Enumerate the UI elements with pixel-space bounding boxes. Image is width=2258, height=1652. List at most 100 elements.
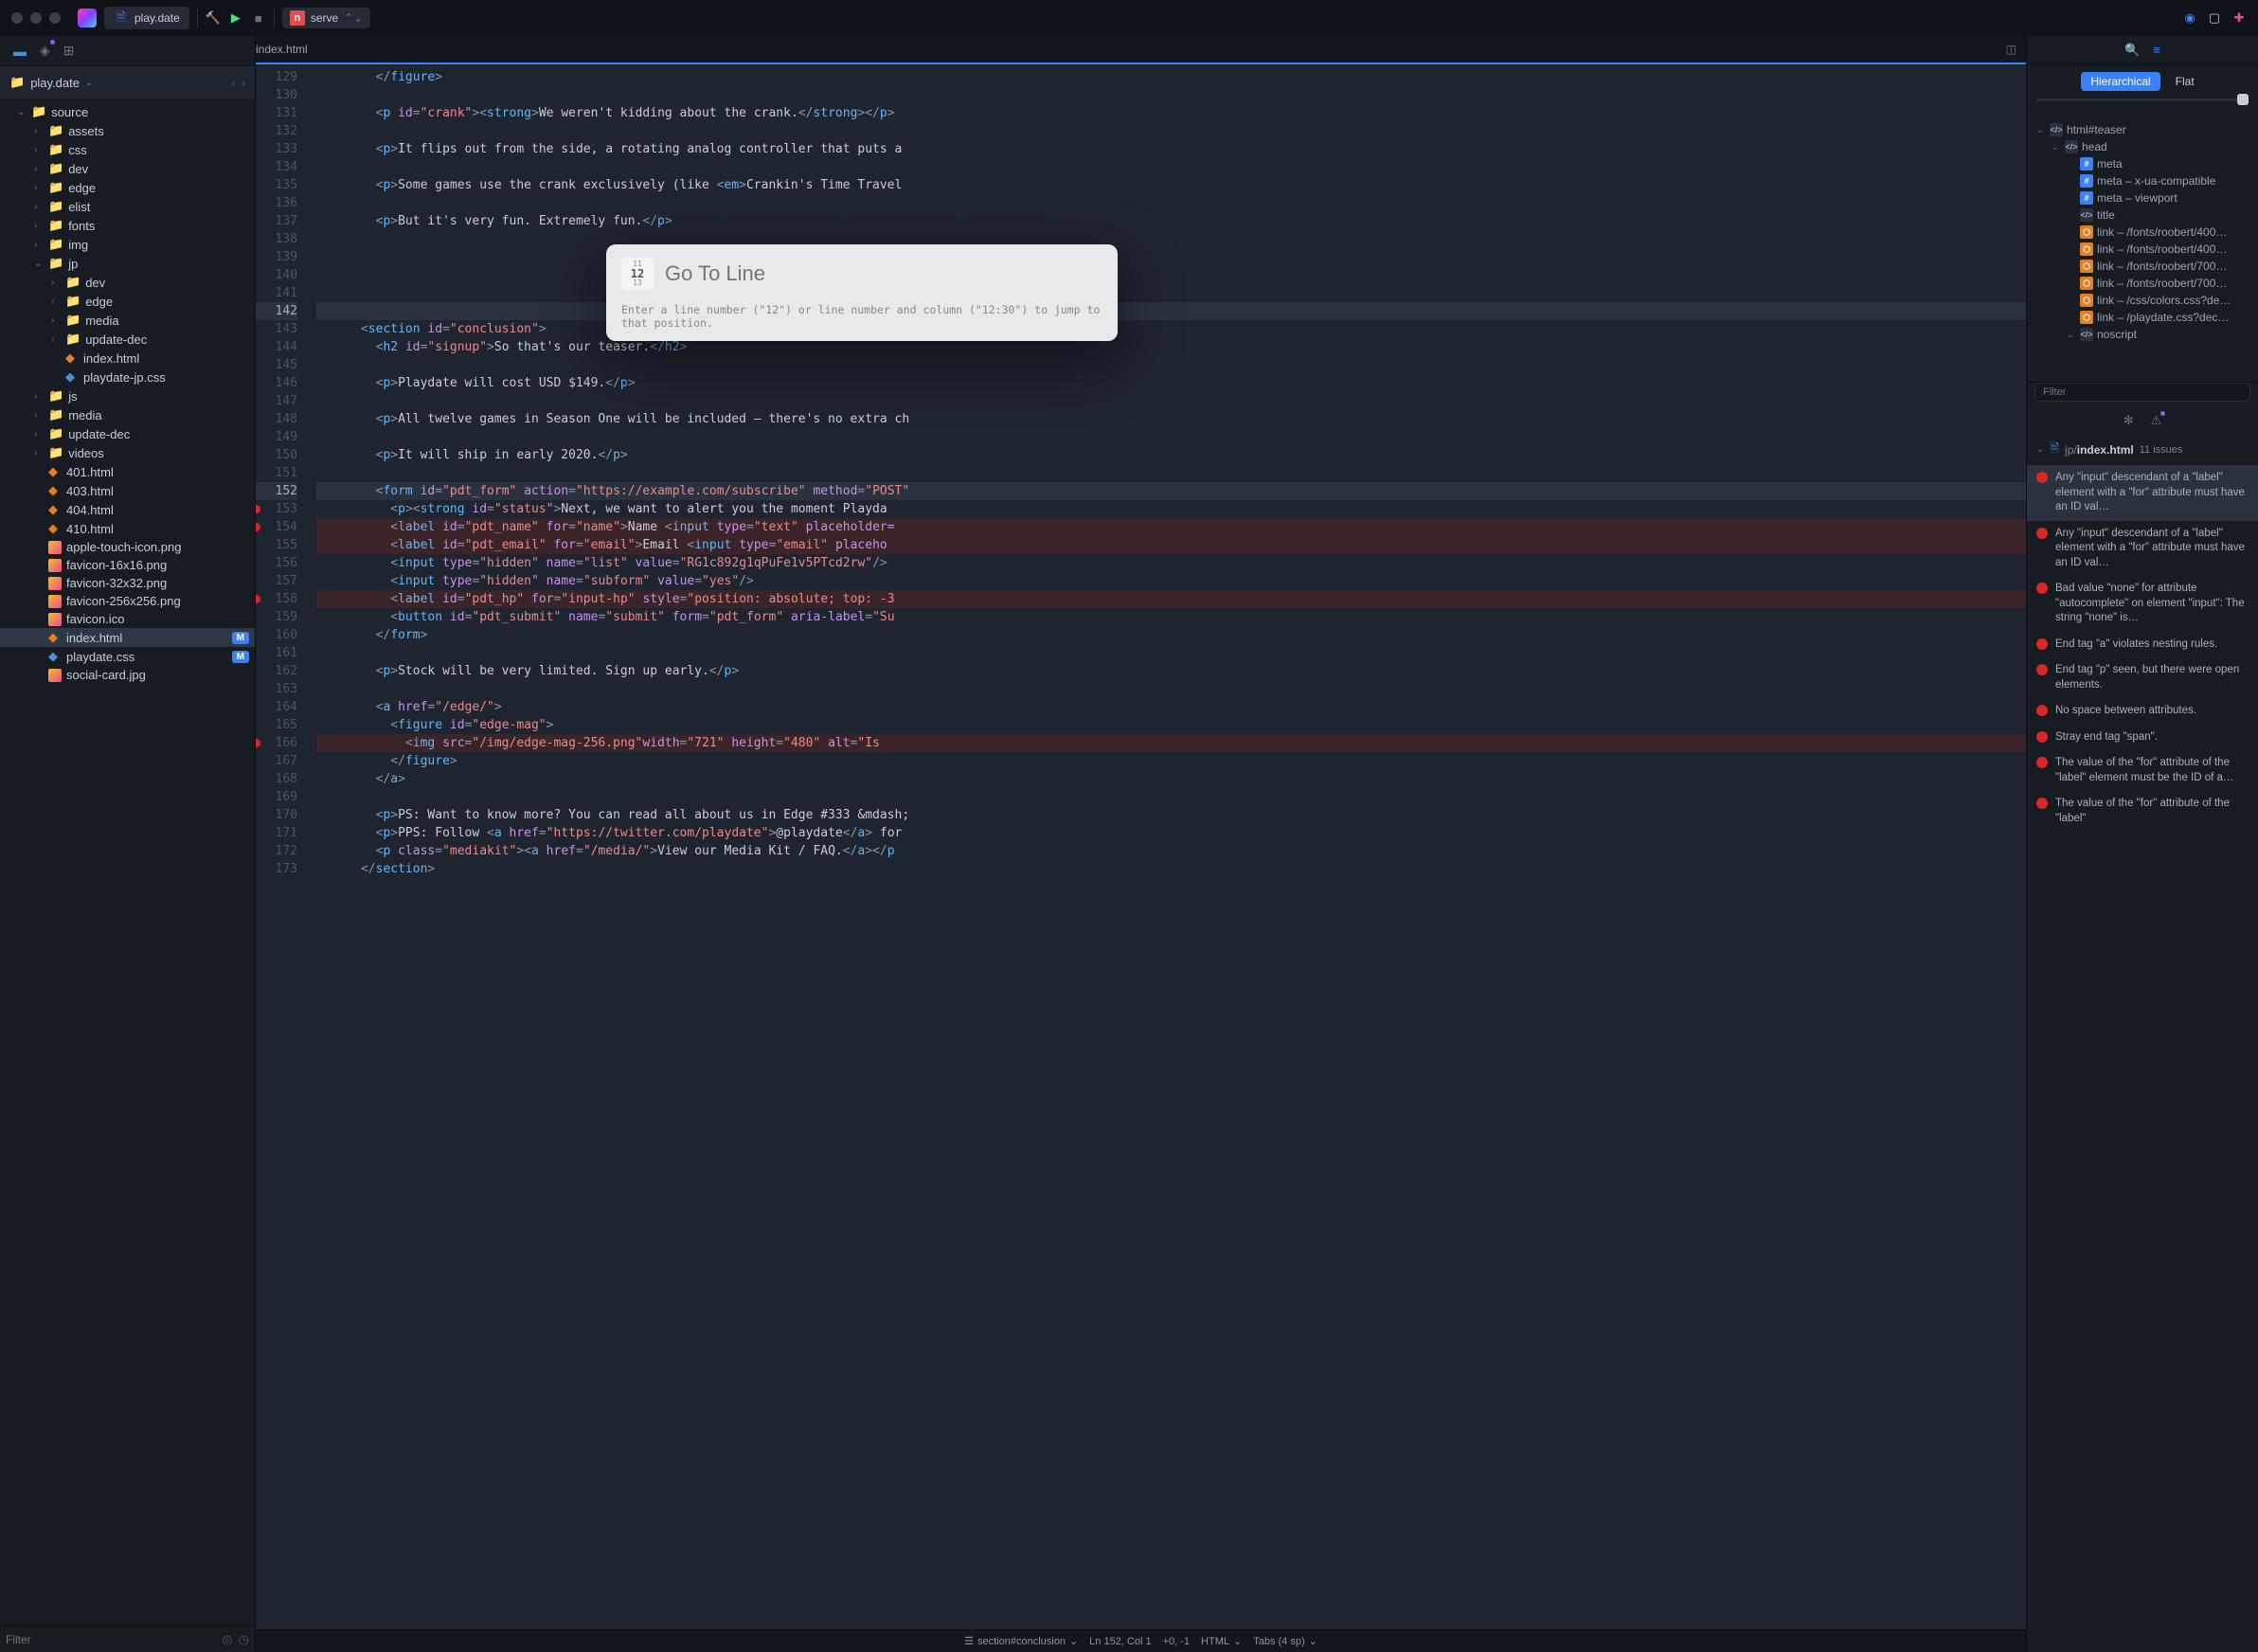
close-window[interactable] xyxy=(11,12,23,24)
issues-all-icon[interactable]: ✻ xyxy=(2124,413,2134,428)
chevron-down-icon: ⌄ xyxy=(2036,444,2044,455)
status-tabs[interactable]: Tabs (4 sp) ⌄ xyxy=(1253,1635,1317,1647)
status-symbol[interactable]: ☰ section#conclusion ⌄ xyxy=(964,1635,1078,1647)
search-icon[interactable]: 🔍 xyxy=(2124,43,2140,58)
tree-item[interactable]: ◆403.html xyxy=(0,481,255,500)
depth-slider[interactable] xyxy=(2027,99,2258,117)
issues-path[interactable]: ⌄ 🗎 jp/index.html 11 issues xyxy=(2027,434,2258,465)
tree-item[interactable]: ›📁edge xyxy=(0,292,255,311)
structure-icon[interactable]: ≡ xyxy=(2153,43,2160,57)
dom-item[interactable]: ⌄</>html#teaser xyxy=(2027,121,2258,138)
issue-item[interactable]: The value of the "for" attribute of the … xyxy=(2027,750,2258,791)
tree-item[interactable]: ›📁update-dec xyxy=(0,330,255,349)
dom-item[interactable]: ⬡link – /fonts/roobert/400… xyxy=(2027,224,2258,241)
filter-input[interactable] xyxy=(6,1633,222,1646)
image-icon xyxy=(48,669,62,682)
tree-item[interactable]: ◆playdate-jp.css xyxy=(0,368,255,386)
tree-item[interactable]: ›📁media xyxy=(0,405,255,424)
tree-item[interactable]: ›📁assets xyxy=(0,121,255,140)
tree-item[interactable]: favicon-32x32.png xyxy=(0,574,255,592)
tree-item[interactable]: ◆index.htmlM xyxy=(0,628,255,647)
hammer-icon[interactable]: 🔨 xyxy=(206,10,221,26)
tab-flat[interactable]: Flat xyxy=(2166,72,2204,91)
dom-item[interactable]: #meta – viewport xyxy=(2027,189,2258,206)
maximize-window[interactable] xyxy=(49,12,61,24)
tree-item[interactable]: ›📁css xyxy=(0,140,255,159)
folder-icon: 📁 xyxy=(31,104,46,119)
tree-item[interactable]: ›📁js xyxy=(0,386,255,405)
issue-item[interactable]: Stray end tag "span". xyxy=(2027,725,2258,751)
symbols-icon[interactable]: ◈ xyxy=(40,43,50,59)
dom-item[interactable]: ⌄</>noscript xyxy=(2027,326,2258,343)
dom-filter-input[interactable] xyxy=(2034,383,2250,402)
tree-item[interactable]: ⌄📁jp xyxy=(0,254,255,273)
image-icon xyxy=(48,577,62,590)
dom-item[interactable]: ⬡link – /fonts/roobert/700… xyxy=(2027,258,2258,275)
modified-badge: M xyxy=(232,632,249,644)
tree-item[interactable]: ›📁videos xyxy=(0,443,255,462)
status-diag[interactable]: +0, -1 xyxy=(1163,1636,1190,1647)
project-tab[interactable]: 🗎 play.date xyxy=(104,7,189,29)
tree-item[interactable]: ›📁dev xyxy=(0,159,255,178)
tree-item[interactable]: ›📁media xyxy=(0,311,255,330)
tree-item[interactable]: ◆410.html xyxy=(0,519,255,538)
folder-icon: 📁 xyxy=(48,237,63,252)
dom-item[interactable]: ⬡link – /fonts/roobert/400… xyxy=(2027,241,2258,258)
tree-item[interactable]: favicon.ico xyxy=(0,610,255,628)
task-selector[interactable]: n serve ⌃⌄ xyxy=(282,8,370,28)
tree-item[interactable]: ›📁img xyxy=(0,235,255,254)
issue-item[interactable]: The value of the "for" attribute of the … xyxy=(2027,791,2258,832)
tab-hierarchical[interactable]: Hierarchical xyxy=(2081,72,2159,91)
dom-item[interactable]: ⬡link – /fonts/roobert/700… xyxy=(2027,275,2258,292)
minimize-window[interactable] xyxy=(30,12,42,24)
issue-item[interactable]: End tag "a" violates nesting rules. xyxy=(2027,632,2258,658)
tree-item[interactable]: apple-touch-icon.png xyxy=(0,538,255,556)
dom-item[interactable]: ⬡link – /css/colors.css?de… xyxy=(2027,292,2258,309)
forward-icon[interactable]: › xyxy=(242,76,245,90)
issues-warn-icon[interactable]: ⚠ xyxy=(2151,413,2162,428)
tree-item[interactable]: ◆playdate.cssM xyxy=(0,647,255,666)
tree-item[interactable]: ◆401.html xyxy=(0,462,255,481)
goto-line-input[interactable] xyxy=(665,261,1102,286)
dom-item[interactable]: ⬡link – /playdate.css?dec… xyxy=(2027,309,2258,326)
tree-item[interactable]: ›📁edge xyxy=(0,178,255,197)
tree-item[interactable]: ⌄📁source xyxy=(0,102,255,121)
editor-tab-filename[interactable]: index.html xyxy=(256,43,308,56)
grid-icon[interactable]: ⊞ xyxy=(63,43,75,59)
scope-icon[interactable]: ◎ xyxy=(222,1632,232,1647)
dom-item[interactable]: ⌄</>head xyxy=(2027,138,2258,155)
issue-item[interactable]: Any "input" descendant of a "label" elem… xyxy=(2027,465,2258,521)
tree-item[interactable]: ›📁dev xyxy=(0,273,255,292)
run-icon[interactable]: ▶ xyxy=(228,10,243,26)
issue-item[interactable]: No space between attributes. xyxy=(2027,698,2258,725)
tree-item[interactable]: social-card.jpg xyxy=(0,666,255,684)
tree-item[interactable]: ›📁fonts xyxy=(0,216,255,235)
issue-item[interactable]: Any "input" descendant of a "label" elem… xyxy=(2027,521,2258,577)
dom-item[interactable]: #meta xyxy=(2027,155,2258,172)
error-icon xyxy=(2036,583,2048,594)
status-lang[interactable]: HTML ⌄ xyxy=(1201,1635,1242,1647)
path-header[interactable]: 📁 play.date ⌄ ‹ › xyxy=(0,66,255,99)
tree-item-label: source xyxy=(51,105,88,119)
tree-item[interactable]: favicon-256x256.png xyxy=(0,592,255,610)
add-icon[interactable]: ✚ xyxy=(2231,10,2247,26)
dom-item[interactable]: #meta – x-ua-compatible xyxy=(2027,172,2258,189)
editor-body[interactable]: 1291301311321331341351361371381391401411… xyxy=(256,64,2026,1629)
dom-item[interactable]: </>title xyxy=(2027,206,2258,224)
tree-item[interactable]: favicon-16x16.png xyxy=(0,556,255,574)
issue-item[interactable]: End tag "p" seen, but there were open el… xyxy=(2027,657,2258,698)
tree-item[interactable]: ◆404.html xyxy=(0,500,255,519)
folder-icon: 📁 xyxy=(48,123,63,138)
tree-item[interactable]: ›📁elist xyxy=(0,197,255,216)
preview-icon[interactable]: ◉ xyxy=(2182,10,2197,26)
stop-icon[interactable]: ■ xyxy=(251,10,266,26)
tree-item[interactable]: ◆index.html xyxy=(0,349,255,368)
status-position[interactable]: Ln 152, Col 1 xyxy=(1089,1636,1151,1647)
split-icon[interactable]: ◫ xyxy=(2006,43,2016,56)
issue-item[interactable]: Bad value "none" for attribute "autocomp… xyxy=(2027,576,2258,632)
files-icon[interactable]: ▬ xyxy=(13,44,27,59)
back-icon[interactable]: ‹ xyxy=(231,76,235,90)
panel-icon[interactable]: ▢ xyxy=(2207,10,2222,26)
tree-item[interactable]: ›📁update-dec xyxy=(0,424,255,443)
clock-icon[interactable]: ◷ xyxy=(239,1632,249,1647)
